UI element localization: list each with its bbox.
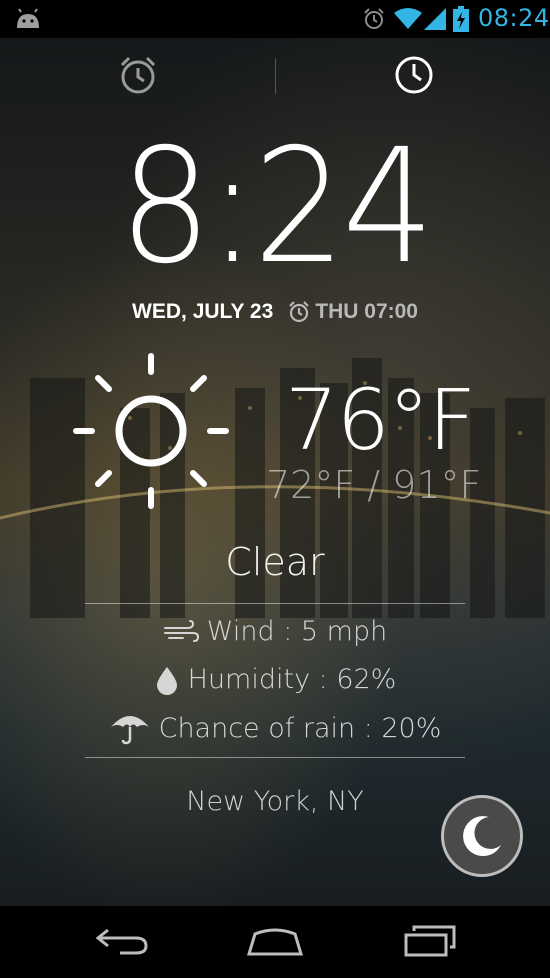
alarm-icon [364,8,384,29]
umbrella-icon [110,716,149,745]
alarm-clock-icon[interactable] [117,54,159,96]
next-alarm[interactable]: THU 07:00 [287,300,418,324]
navigation-bar [0,906,550,978]
next-alarm-label: THU 07:00 [315,300,418,323]
divider [85,603,465,604]
status-time: 08:24 [478,4,550,32]
date-row: WED, JULY 23 THU 07:00 [0,296,550,328]
status-bar: 08:24 [0,0,550,38]
wifi-icon [394,8,422,29]
water-drop-icon [156,666,177,695]
night-mode-button[interactable] [441,795,523,877]
alarm-icon [289,301,310,323]
humidity-label: Humidity : 62% [187,664,397,695]
back-icon[interactable] [94,926,150,956]
rain-row: Chance of rain : 20% [0,711,550,745]
humidity-row: Humidity : 62% [0,664,550,695]
tab-divider [275,58,276,94]
clock-icon[interactable] [393,54,435,96]
wind-icon [163,619,199,642]
home-icon[interactable] [245,926,305,958]
battery-charging-icon [453,6,469,32]
rain-label: Chance of rain : 20% [158,712,442,744]
recent-apps-icon[interactable] [402,923,458,957]
sun-icon [73,353,229,509]
moon-icon [463,816,501,857]
temperature-range: 72°F / 91°F [266,463,482,507]
divider [85,757,465,758]
android-debug-icon [17,8,39,28]
current-temperature: 76°F [285,371,476,469]
wind-row: Wind : 5 mph [0,616,550,647]
signal-icon [424,8,446,30]
clock-time: 8:24 [119,115,434,299]
wind-label: Wind : 5 mph [206,616,388,647]
date-label: WED, JULY 23 [132,300,274,323]
weather-condition: Clear [225,540,325,584]
